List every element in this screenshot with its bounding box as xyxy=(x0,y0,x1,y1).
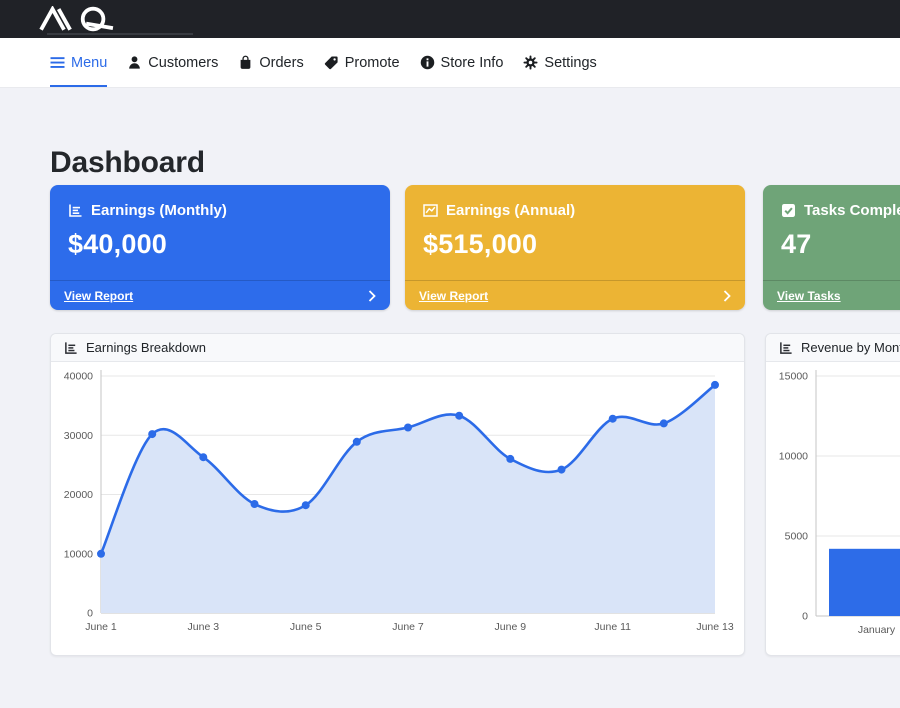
card-earnings-annual: Earnings (Annual) $515,000 View Report xyxy=(405,185,745,310)
view-report-link[interactable]: View Report xyxy=(64,289,133,303)
brand-underline xyxy=(47,33,193,35)
card-head: Earnings (Annual) xyxy=(405,185,745,219)
svg-text:January: January xyxy=(858,624,896,636)
brand-logo[interactable] xyxy=(38,6,122,32)
svg-text:June 3: June 3 xyxy=(188,621,220,633)
nav-item-label: Customers xyxy=(148,55,218,71)
nav-item-store-info[interactable]: Store Info xyxy=(420,38,504,87)
info-icon xyxy=(420,55,435,70)
panel-body: 0 10000 20000 30000 40000 June 1 June 3 June 5 J… xyxy=(51,362,744,655)
svg-text:15000: 15000 xyxy=(779,371,808,383)
nav-item-promote[interactable]: Promote xyxy=(324,38,400,87)
revenue-by-month-chart: 0 5000 10000 15000 January xyxy=(766,362,900,655)
card-value: $515,000 xyxy=(405,219,745,260)
card-title: Earnings (Annual) xyxy=(446,202,575,219)
nav-item-menu[interactable]: Menu xyxy=(50,38,107,87)
card-footer: View Tasks xyxy=(763,280,900,310)
chevron-right-icon[interactable] xyxy=(368,290,376,302)
panel-body: 0 5000 10000 15000 January xyxy=(766,362,900,655)
topbar xyxy=(0,0,900,38)
card-value: $40,000 xyxy=(50,219,390,260)
nav-item-label: Menu xyxy=(71,55,107,71)
chart-bar-icon xyxy=(68,203,83,218)
card-head: Tasks Completed xyxy=(763,185,900,219)
nav-item-settings[interactable]: Settings xyxy=(523,38,596,87)
panel-title: Earnings Breakdown xyxy=(86,340,206,355)
panel-header: Revenue by Month xyxy=(766,334,900,362)
chart-bar-icon xyxy=(64,341,78,355)
svg-text:10000: 10000 xyxy=(779,451,808,463)
person-icon xyxy=(127,55,142,70)
card-earnings-monthly: Earnings (Monthly) $40,000 View Report xyxy=(50,185,390,310)
nav-item-label: Settings xyxy=(544,55,596,71)
chevron-right-icon[interactable] xyxy=(723,290,731,302)
card-footer: View Report xyxy=(405,280,745,310)
panel-header: Earnings Breakdown xyxy=(51,334,744,362)
svg-text:June 9: June 9 xyxy=(495,621,527,633)
svg-text:20000: 20000 xyxy=(64,489,93,501)
tag-icon xyxy=(324,55,339,70)
chart-line-icon xyxy=(423,203,438,218)
nav-item-orders[interactable]: Orders xyxy=(238,38,303,87)
svg-text:June 1: June 1 xyxy=(85,621,117,633)
nav-item-label: Orders xyxy=(259,55,303,71)
page-title: Dashboard xyxy=(50,146,205,180)
card-value: 47 xyxy=(763,219,900,260)
svg-text:June 13: June 13 xyxy=(696,621,734,633)
view-tasks-link[interactable]: View Tasks xyxy=(777,289,841,303)
svg-text:5000: 5000 xyxy=(785,531,809,543)
nav-item-customers[interactable]: Customers xyxy=(127,38,218,87)
panel-revenue-by-month: Revenue by Month 0 5000 10000 15000 January xyxy=(765,333,900,656)
svg-text:June 5: June 5 xyxy=(290,621,322,633)
card-tasks-completed: Tasks Completed 47 View Tasks xyxy=(763,185,900,310)
earnings-breakdown-chart: 0 10000 20000 30000 40000 June 1 June 3 June 5 J… xyxy=(51,362,744,655)
panel-title: Revenue by Month xyxy=(801,340,900,355)
gear-icon xyxy=(523,55,538,70)
view-report-link[interactable]: View Report xyxy=(419,289,488,303)
check-square-icon xyxy=(781,203,796,218)
card-title: Earnings (Monthly) xyxy=(91,202,227,219)
svg-text:10000: 10000 xyxy=(64,548,93,560)
nav-item-label: Store Info xyxy=(441,55,504,71)
svg-text:June 11: June 11 xyxy=(594,621,631,633)
hamburger-icon xyxy=(50,55,65,70)
svg-text:0: 0 xyxy=(87,608,93,620)
svg-text:30000: 30000 xyxy=(64,430,93,442)
card-footer: View Report xyxy=(50,280,390,310)
svg-text:40000: 40000 xyxy=(64,371,93,383)
panel-earnings-breakdown: Earnings Breakdown 0 10000 20000 30000 40000… xyxy=(50,333,745,656)
card-title: Tasks Completed xyxy=(804,202,900,219)
main-nav: Menu Customers Orders Promote Store Info xyxy=(0,38,900,88)
card-head: Earnings (Monthly) xyxy=(50,185,390,219)
svg-text:0: 0 xyxy=(802,611,808,623)
svg-text:June 7: June 7 xyxy=(392,621,424,633)
nav-item-label: Promote xyxy=(345,55,400,71)
chart-bar-icon xyxy=(779,341,793,355)
bag-icon xyxy=(238,55,253,70)
